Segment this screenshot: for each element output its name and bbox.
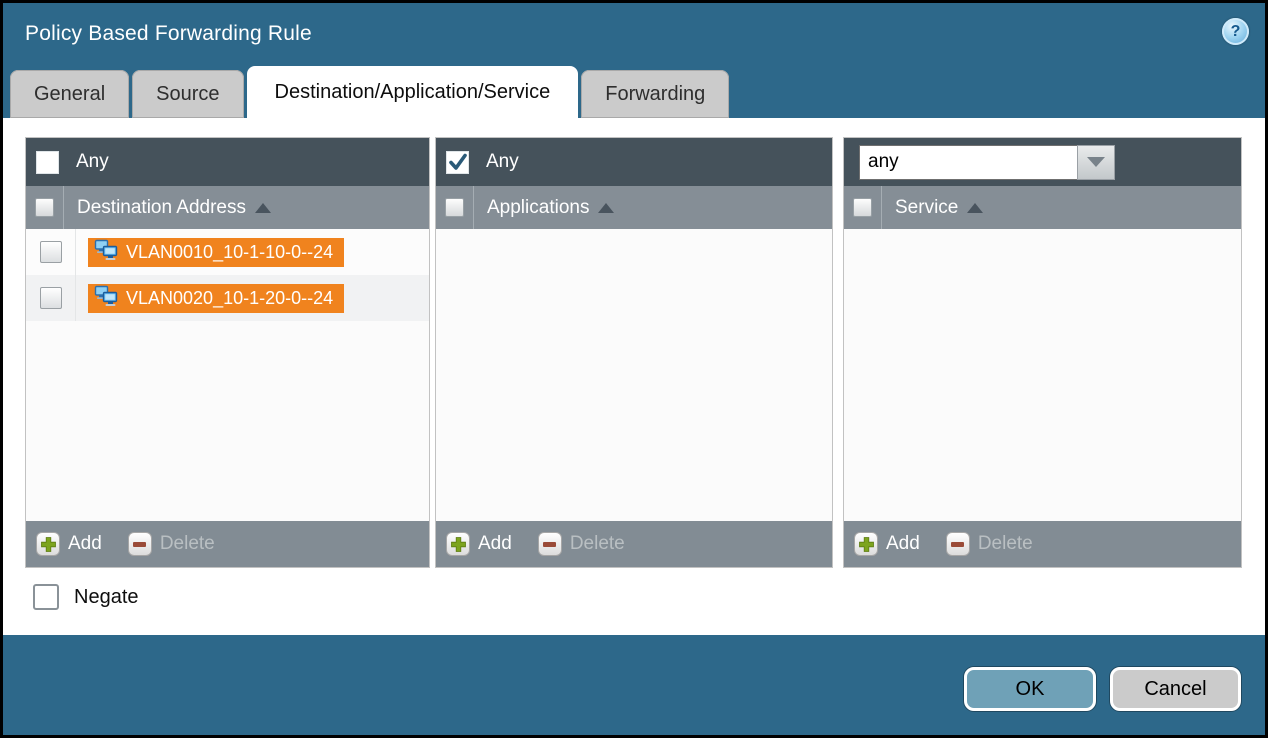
row-checkbox[interactable] xyxy=(40,287,62,309)
applications-list xyxy=(436,229,832,521)
applications-list-footer: Add Delete xyxy=(436,521,832,567)
service-list xyxy=(844,229,1241,521)
service-panel: Service Add Delete xyxy=(843,137,1242,568)
applications-sort-header[interactable]: Applications xyxy=(474,197,614,219)
tab-content: Any Destination Address xyxy=(3,118,1265,635)
address-object-label: VLAN0020_10-1-20-0--24 xyxy=(126,288,333,309)
tab-forwarding[interactable]: Forwarding xyxy=(581,70,729,118)
service-sort-header[interactable]: Service xyxy=(882,197,983,219)
add-button[interactable]: Add xyxy=(446,532,512,556)
destination-select-all-checkbox[interactable] xyxy=(35,198,54,217)
sort-ascending-icon xyxy=(967,203,983,213)
policy-based-forwarding-dialog: Policy Based Forwarding Rule ? General S… xyxy=(0,0,1268,738)
applications-panel: Any Applications Add xyxy=(435,137,833,568)
destination-address-entry[interactable]: VLAN0020_10-1-20-0--24 xyxy=(88,284,344,313)
table-row: VLAN0020_10-1-20-0--24 xyxy=(26,275,429,321)
negate-label: Negate xyxy=(74,586,139,609)
help-icon[interactable]: ? xyxy=(1222,18,1249,45)
tab-general[interactable]: General xyxy=(10,70,129,118)
service-column-header: Service xyxy=(844,186,1241,229)
service-dropdown xyxy=(859,145,1115,180)
destination-address-panel: Any Destination Address xyxy=(25,137,430,568)
destination-any-bar: Any xyxy=(26,138,429,186)
sort-ascending-icon xyxy=(255,203,271,213)
plus-icon xyxy=(854,532,878,556)
applications-select-all-checkbox[interactable] xyxy=(445,198,464,217)
applications-any-label: Any xyxy=(486,151,519,173)
cancel-button[interactable]: Cancel xyxy=(1110,667,1241,711)
destination-any-checkbox[interactable] xyxy=(36,151,59,174)
service-dropdown-input[interactable] xyxy=(859,145,1077,180)
minus-icon xyxy=(128,532,152,556)
add-button[interactable]: Add xyxy=(36,532,102,556)
row-checkbox[interactable] xyxy=(40,241,62,263)
add-button[interactable]: Add xyxy=(854,532,920,556)
network-icon xyxy=(93,285,119,312)
delete-button[interactable]: Delete xyxy=(946,532,1033,556)
negate-checkbox[interactable] xyxy=(33,584,59,610)
delete-button[interactable]: Delete xyxy=(128,532,215,556)
destination-address-list: VLAN0010_10-1-10-0--24 xyxy=(26,229,429,521)
plus-icon xyxy=(36,532,60,556)
plus-icon xyxy=(446,532,470,556)
service-select-all-checkbox[interactable] xyxy=(853,198,872,217)
negate-row: Negate xyxy=(25,584,1265,610)
destination-column-header: Destination Address xyxy=(26,186,429,229)
applications-any-checkbox[interactable] xyxy=(446,151,469,174)
minus-icon xyxy=(946,532,970,556)
applications-any-bar: Any xyxy=(436,138,832,186)
minus-icon xyxy=(538,532,562,556)
applications-column-header: Applications xyxy=(436,186,832,229)
tab-destination-application-service[interactable]: Destination/Application/Service xyxy=(247,66,579,118)
network-icon xyxy=(93,239,119,266)
dialog-title: Policy Based Forwarding Rule xyxy=(25,22,312,46)
destination-address-entry[interactable]: VLAN0010_10-1-10-0--24 xyxy=(88,238,344,267)
service-dropdown-bar xyxy=(844,138,1241,186)
destination-address-sort-header[interactable]: Destination Address xyxy=(64,197,271,219)
checkmark-icon xyxy=(448,152,468,172)
address-object-label: VLAN0010_10-1-10-0--24 xyxy=(126,242,333,263)
service-list-footer: Add Delete xyxy=(844,521,1241,567)
tab-source[interactable]: Source xyxy=(132,70,243,118)
destination-list-footer: Add Delete xyxy=(26,521,429,567)
tab-bar: General Source Destination/Application/S… xyxy=(3,65,1265,118)
chevron-down-icon xyxy=(1087,157,1105,167)
delete-button[interactable]: Delete xyxy=(538,532,625,556)
title-bar: Policy Based Forwarding Rule ? xyxy=(3,3,1265,65)
ok-button[interactable]: OK xyxy=(964,667,1096,711)
service-dropdown-button[interactable] xyxy=(1077,145,1115,180)
sort-ascending-icon xyxy=(598,203,614,213)
table-row: VLAN0010_10-1-10-0--24 xyxy=(26,229,429,275)
dialog-footer: OK Cancel xyxy=(3,635,1265,735)
destination-any-label: Any xyxy=(76,151,109,173)
